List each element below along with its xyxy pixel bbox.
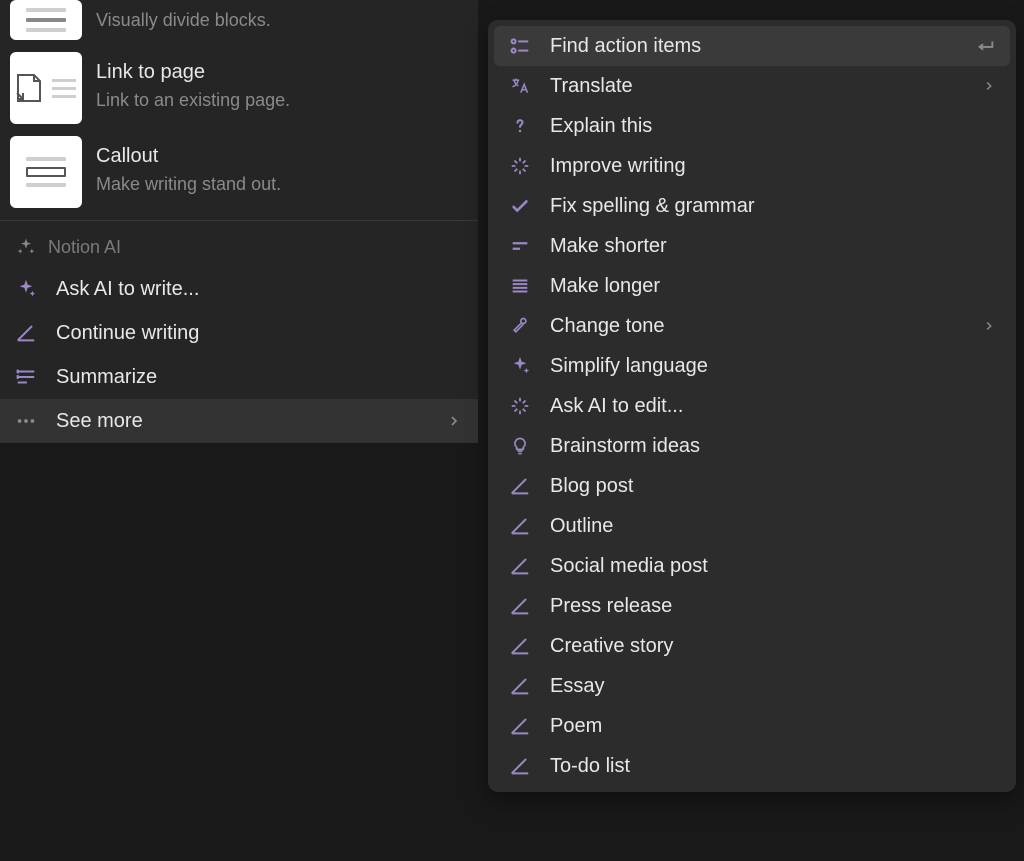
shorter-lines-icon <box>508 234 532 258</box>
menu-item-outline[interactable]: Outline <box>494 506 1010 546</box>
menu-item-label: Find action items <box>550 35 701 58</box>
ai-actions-popover: Find action items Translate Explain this <box>488 20 1016 792</box>
menu-item-make-longer[interactable]: Make longer <box>494 266 1010 306</box>
sparkle-burst-icon <box>508 394 532 418</box>
block-desc: Make writing stand out. <box>96 172 281 197</box>
menu-item-essay[interactable]: Essay <box>494 666 1010 706</box>
pencil-line-icon <box>508 474 532 498</box>
block-option-divider[interactable]: Visually divide blocks. <box>0 0 478 46</box>
section-header-notion-ai: Notion AI <box>0 221 478 267</box>
translate-icon <box>508 74 532 98</box>
menu-item-simplify-language[interactable]: Simplify language <box>494 346 1010 386</box>
menu-item-label: Make longer <box>550 275 660 298</box>
menu-item-ask-ai-to-edit[interactable]: Ask AI to edit... <box>494 386 1010 426</box>
ai-item-label: Ask AI to write... <box>56 278 199 301</box>
menu-item-creative-story[interactable]: Creative story <box>494 626 1010 666</box>
menu-item-label: Press release <box>550 595 672 618</box>
menu-item-find-action-items[interactable]: Find action items <box>494 26 1010 66</box>
summarize-icon <box>14 365 38 389</box>
menu-item-improve-writing[interactable]: Improve writing <box>494 146 1010 186</box>
menu-item-label: Poem <box>550 715 602 738</box>
thumb-divider <box>10 0 82 40</box>
ai-item-see-more[interactable]: See more <box>0 399 478 443</box>
menu-item-label: Fix spelling & grammar <box>550 195 755 218</box>
menu-item-explain-this[interactable]: Explain this <box>494 106 1010 146</box>
pencil-line-icon <box>508 594 532 618</box>
sparkle-burst-icon <box>508 154 532 178</box>
lightbulb-icon <box>508 434 532 458</box>
menu-item-to-do-list[interactable]: To-do list <box>494 746 1010 786</box>
sparkle-icon <box>14 277 38 301</box>
menu-item-label: Explain this <box>550 115 652 138</box>
block-desc: Link to an existing page. <box>96 88 290 113</box>
menu-item-change-tone[interactable]: Change tone <box>494 306 1010 346</box>
menu-item-fix-spelling-grammar[interactable]: Fix spelling & grammar <box>494 186 1010 226</box>
menu-item-translate[interactable]: Translate <box>494 66 1010 106</box>
menu-item-label: Social media post <box>550 555 708 578</box>
longer-lines-icon <box>508 274 532 298</box>
menu-item-label: Essay <box>550 675 604 698</box>
menu-item-social-media-post[interactable]: Social media post <box>494 546 1010 586</box>
microphone-icon <box>508 314 532 338</box>
question-icon <box>508 114 532 138</box>
menu-item-label: Outline <box>550 515 613 538</box>
menu-item-poem[interactable]: Poem <box>494 706 1010 746</box>
pencil-line-icon <box>508 634 532 658</box>
block-title: Link to page <box>96 58 290 86</box>
thumb-callout <box>10 136 82 208</box>
menu-item-press-release[interactable]: Press release <box>494 586 1010 626</box>
menu-item-label: Simplify language <box>550 355 708 378</box>
ai-item-label: Summarize <box>56 366 157 389</box>
pencil-line-icon <box>508 714 532 738</box>
enter-key-icon <box>974 35 996 57</box>
section-label: Notion AI <box>48 237 121 258</box>
ai-item-ask-ai-to-write[interactable]: Ask AI to write... <box>0 267 478 311</box>
sparkle-icon <box>14 235 38 259</box>
chevron-right-icon <box>982 79 996 93</box>
pencil-line-icon <box>508 754 532 778</box>
menu-item-brainstorm-ideas[interactable]: Brainstorm ideas <box>494 426 1010 466</box>
ai-item-label: See more <box>56 410 143 433</box>
block-option-callout[interactable]: Callout Make writing stand out. <box>0 130 478 214</box>
block-option-link-to-page[interactable]: Link to page Link to an existing page. <box>0 46 478 130</box>
pencil-line-icon <box>14 321 38 345</box>
task-list-icon <box>508 34 532 58</box>
menu-item-label: Brainstorm ideas <box>550 435 700 458</box>
menu-item-label: Ask AI to edit... <box>550 395 683 418</box>
menu-item-label: Make shorter <box>550 235 667 258</box>
menu-item-label: Creative story <box>550 635 673 658</box>
block-desc: Visually divide blocks. <box>96 8 271 33</box>
left-block-menu: Visually divide blocks. Link to page Lin… <box>0 0 478 443</box>
menu-item-label: To-do list <box>550 755 630 778</box>
chevron-right-icon <box>446 413 462 429</box>
pencil-line-icon <box>508 514 532 538</box>
check-icon <box>508 194 532 218</box>
menu-item-label: Blog post <box>550 475 633 498</box>
menu-item-label: Change tone <box>550 315 665 338</box>
sparkle-icon <box>508 354 532 378</box>
menu-item-make-shorter[interactable]: Make shorter <box>494 226 1010 266</box>
ai-item-label: Continue writing <box>56 322 199 345</box>
ai-item-summarize[interactable]: Summarize <box>0 355 478 399</box>
pencil-line-icon <box>508 554 532 578</box>
menu-item-blog-post[interactable]: Blog post <box>494 466 1010 506</box>
menu-item-label: Translate <box>550 75 633 98</box>
pencil-line-icon <box>508 674 532 698</box>
chevron-right-icon <box>982 319 996 333</box>
menu-item-label: Improve writing <box>550 155 686 178</box>
ellipsis-icon <box>14 409 38 433</box>
ai-item-continue-writing[interactable]: Continue writing <box>0 311 478 355</box>
block-title: Callout <box>96 142 281 170</box>
thumb-link-to-page <box>10 52 82 124</box>
